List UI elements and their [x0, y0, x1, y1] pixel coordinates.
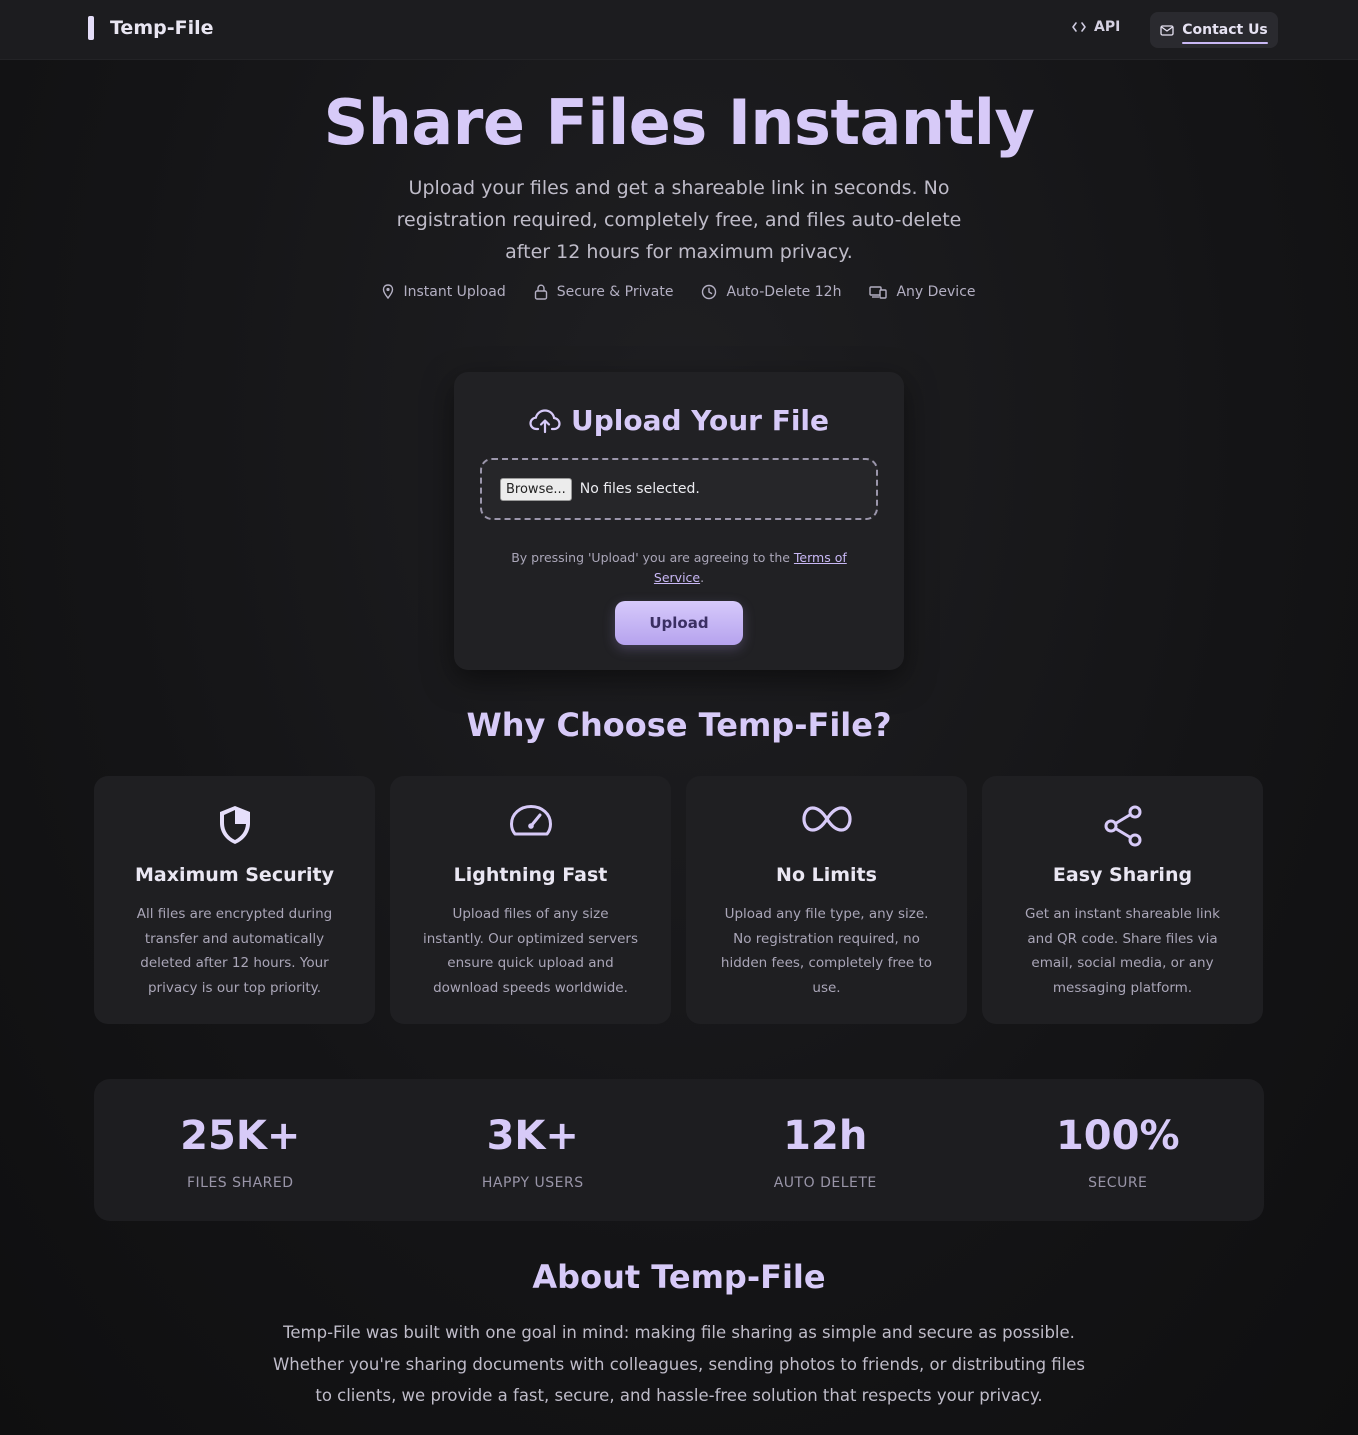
stat-value: 3K+: [486, 1113, 579, 1159]
stat-value: 25K+: [180, 1113, 301, 1159]
hero-badges: Instant Upload Secure & Private Auto-Del…: [0, 284, 1358, 300]
stat-value: 100%: [1055, 1113, 1180, 1159]
hero-subtitle: Upload your files and get a shareable li…: [396, 177, 962, 263]
terms-suffix: .: [700, 570, 705, 585]
stat-label: HAPPY USERS: [481, 1175, 584, 1191]
upload-card: Upload Your File Browse... No files sele…: [454, 372, 904, 670]
stat-auto-delete: 12h AUTO DELETE: [679, 1079, 972, 1221]
badge-any-device: Any Device: [869, 284, 976, 300]
file-status: No files selected.: [579, 481, 700, 497]
feature-card-security: Maximum Security All files are encrypted…: [94, 776, 375, 1024]
feature-title: Easy Sharing: [1052, 864, 1193, 886]
stat-happy-users: 3K+ HAPPY USERS: [387, 1079, 680, 1221]
feature-text: Upload files of any size instantly. Our …: [423, 906, 638, 996]
features-grid: Maximum Security All files are encrypted…: [94, 776, 1264, 1024]
upload-button[interactable]: Upload: [615, 601, 743, 645]
badge-secure-private: Secure & Private: [534, 284, 674, 300]
nav-api-label: API: [1094, 19, 1121, 35]
infinity-icon: [801, 806, 852, 832]
file-dropzone[interactable]: Browse... No files selected.: [480, 458, 878, 520]
nav-contact-label: Contact Us: [1182, 22, 1268, 38]
lock-icon: [534, 284, 547, 300]
about-text: Temp-File was built with one goal in min…: [272, 1323, 1086, 1405]
badge-label: Auto-Delete 12h: [726, 284, 842, 300]
nav-api-link[interactable]: API: [1072, 19, 1120, 35]
feature-title: Maximum Security: [135, 864, 334, 886]
devices-icon: [869, 286, 888, 299]
badge-label: Secure & Private: [556, 284, 674, 300]
hero-title: Share Files Instantly: [323, 86, 1035, 159]
stat-label: FILES SHARED: [186, 1175, 294, 1191]
badge-instant-upload: Instant Upload: [382, 284, 506, 300]
stat-files-shared: 25K+ FILES SHARED: [94, 1079, 387, 1221]
feature-title: Lightning Fast: [453, 864, 608, 886]
stat-value: 12h: [783, 1113, 868, 1159]
clock-icon: [702, 284, 717, 300]
shield-icon: [219, 806, 250, 844]
brand-logo-icon: [88, 16, 94, 40]
badge-auto-delete: Auto-Delete 12h: [701, 284, 841, 300]
mail-icon: [1160, 24, 1174, 36]
feature-text: Upload any file type, any size. No regis…: [720, 906, 933, 996]
about-title: About Temp-File: [532, 1258, 826, 1296]
stats-bar: 25K+ FILES SHARED 3K+ HAPPY USERS 12h AU…: [94, 1079, 1264, 1221]
feature-text: Get an instant shareable link and QR cod…: [1024, 906, 1220, 996]
feature-card-sharing: Easy Sharing Get an instant shareable li…: [982, 776, 1263, 1024]
nav-contact-button[interactable]: Contact Us: [1150, 12, 1278, 48]
terms-notice: By pressing 'Upload' you are agreeing to…: [494, 548, 864, 588]
feature-title: No Limits: [776, 864, 877, 886]
terms-prefix: By pressing 'Upload' you are agreeing to…: [511, 550, 790, 565]
share-icon: [1104, 805, 1141, 847]
why-title: Why Choose Temp-File?: [466, 706, 892, 744]
stat-label: SECURE: [1088, 1175, 1148, 1191]
feature-card-speed: Lightning Fast Upload files of any size …: [390, 776, 671, 1024]
badge-label: Instant Upload: [403, 284, 506, 300]
brand-link[interactable]: Temp-File: [88, 16, 214, 40]
brand-name: Temp-File: [110, 17, 214, 39]
browse-button[interactable]: Browse...: [500, 477, 572, 501]
upload-title: Upload Your File: [454, 404, 904, 437]
feature-text: All files are encrypted during transfer …: [136, 906, 333, 996]
cloud-upload-icon: [529, 408, 561, 433]
stat-label: AUTO DELETE: [773, 1175, 877, 1191]
pin-icon: [383, 284, 394, 300]
code-icon: [1072, 22, 1086, 32]
active-underline: [1182, 42, 1268, 44]
upload-title-text: Upload Your File: [570, 404, 830, 437]
badge-label: Any Device: [896, 284, 976, 300]
top-navbar: Temp-File API Contact Us: [0, 0, 1358, 60]
feature-card-no-limits: No Limits Upload any file type, any size…: [686, 776, 967, 1024]
stat-secure: 100% SECURE: [972, 1079, 1265, 1221]
speedometer-icon: [509, 805, 552, 836]
